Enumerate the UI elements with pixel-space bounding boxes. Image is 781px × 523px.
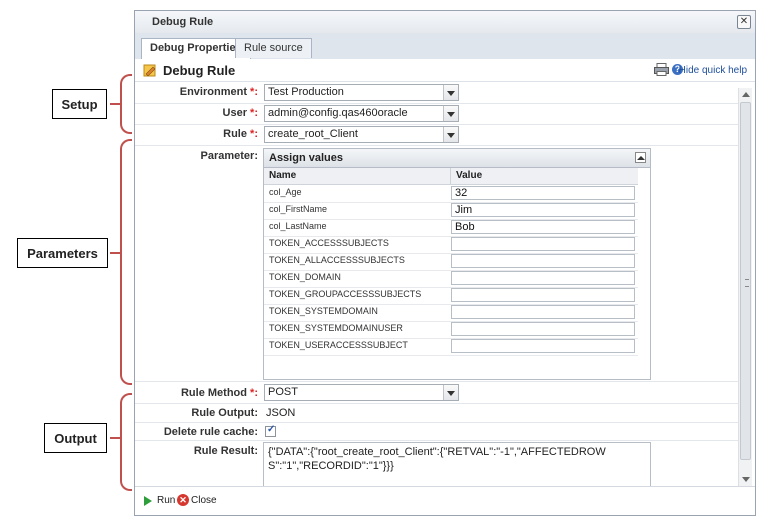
- table-row: col_LastName Bob: [264, 219, 638, 237]
- divider: [135, 403, 738, 404]
- assign-values-header: Assign values: [264, 149, 650, 168]
- param-name: TOKEN_ALLACCESSSUBJECTS: [269, 255, 405, 265]
- debug-rule-dialog: Debug Rule ✕ Debug Properties Rule sourc…: [134, 10, 756, 516]
- param-name: TOKEN_SYSTEMDOMAINUSER: [269, 323, 403, 333]
- table-row: TOKEN_ALLACCESSSUBJECTS: [264, 253, 638, 271]
- form-content: Environment *: Test Production User *: a…: [135, 82, 738, 502]
- table-row: TOKEN_SYSTEMDOMAINUSER: [264, 321, 638, 339]
- divider: [135, 422, 738, 423]
- param-value-input[interactable]: [451, 322, 635, 336]
- param-value-input[interactable]: [451, 339, 635, 353]
- parameters-callout: Parameters: [17, 238, 108, 268]
- scroll-down-icon[interactable]: [742, 477, 750, 482]
- close-button[interactable]: Close: [191, 495, 217, 506]
- delete-cache-checkbox[interactable]: [265, 424, 276, 437]
- param-name: TOKEN_SYSTEMDOMAIN: [269, 306, 378, 316]
- rule-value: create_root_Client: [268, 128, 358, 140]
- divider: [135, 381, 738, 382]
- param-value-input[interactable]: [451, 237, 635, 251]
- param-value-input[interactable]: [451, 254, 635, 268]
- divider: [135, 103, 738, 104]
- environment-value: Test Production: [268, 86, 344, 98]
- environment-label: Environment *:: [179, 86, 258, 98]
- tab-bar: Debug Properties Rule source: [135, 33, 755, 60]
- dialog-titlebar[interactable]: Debug Rule ✕: [135, 11, 755, 34]
- setup-brace-tip: [110, 103, 120, 105]
- vertical-scrollbar[interactable]: [738, 88, 752, 486]
- value-column-header: Value: [456, 170, 483, 181]
- chevron-down-icon[interactable]: [443, 127, 458, 142]
- param-value-input[interactable]: [451, 305, 635, 319]
- divider: [135, 124, 738, 125]
- param-value-input[interactable]: [451, 288, 635, 302]
- delete-cache-label: Delete rule cache:: [163, 426, 258, 438]
- environment-select[interactable]: Test Production: [264, 84, 459, 101]
- chevron-down-icon[interactable]: [443, 385, 458, 400]
- play-icon[interactable]: [144, 496, 152, 506]
- param-name: TOKEN_GROUPACCESSSUBJECTS: [269, 289, 422, 299]
- param-name: col_FirstName: [269, 204, 328, 214]
- param-name: TOKEN_ACCESSSUBJECTS: [269, 238, 389, 248]
- output-brace-tip: [110, 437, 120, 439]
- output-callout: Output: [44, 423, 107, 453]
- param-value-input[interactable]: 32: [451, 186, 635, 200]
- rule-icon: [143, 64, 156, 77]
- rule-select[interactable]: create_root_Client: [264, 126, 459, 143]
- scroll-thumb[interactable]: [740, 102, 751, 460]
- rule-method-select[interactable]: POST: [264, 384, 459, 401]
- table-row: TOKEN_DOMAIN: [264, 270, 638, 288]
- parameter-label: Parameter:: [200, 150, 258, 162]
- table-row: TOKEN_SYSTEMDOMAIN: [264, 304, 638, 322]
- name-column-header: Name: [269, 170, 297, 181]
- parameters-brace: [120, 139, 132, 385]
- rule-method-value: POST: [268, 386, 298, 398]
- form-title: Debug Rule: [163, 63, 236, 78]
- tab-rule-source[interactable]: Rule source: [235, 38, 312, 58]
- close-icon[interactable]: ✕: [737, 15, 751, 29]
- close-circle-icon[interactable]: ✕: [177, 494, 189, 506]
- divider: [135, 440, 738, 441]
- assign-values-panel: Assign values Name Value col_Age 32 col_…: [263, 148, 651, 380]
- chevron-down-icon[interactable]: [443, 106, 458, 121]
- table-row: TOKEN_ACCESSSUBJECTS: [264, 236, 638, 254]
- setup-callout: Setup: [52, 89, 107, 119]
- user-value: admin@config.qas460oracle: [268, 107, 408, 119]
- param-name: TOKEN_USERACCESSSUBJECT: [269, 340, 408, 350]
- rule-output-label: Rule Output:: [191, 407, 258, 419]
- table-row: col_FirstName Jim: [264, 202, 638, 220]
- table-row: TOKEN_USERACCESSSUBJECT: [264, 338, 638, 356]
- table-row: col_Age 32: [264, 185, 638, 203]
- parameters-brace-tip: [110, 252, 120, 254]
- column-divider: [450, 168, 451, 184]
- hide-quick-help-link[interactable]: Hide quick help: [679, 65, 747, 76]
- rule-method-label: Rule Method *:: [180, 387, 258, 399]
- param-name: col_LastName: [269, 221, 327, 231]
- chevron-down-icon[interactable]: [443, 85, 458, 100]
- scroll-up-icon[interactable]: [742, 92, 750, 97]
- assign-values-title: Assign values: [269, 152, 343, 164]
- user-select[interactable]: admin@config.qas460oracle: [264, 105, 459, 122]
- param-value-input[interactable]: Bob: [451, 220, 635, 234]
- user-label: User *:: [222, 107, 258, 119]
- param-value-input[interactable]: [451, 271, 635, 285]
- divider: [135, 145, 738, 146]
- parameter-table-header: Name Value: [264, 168, 638, 185]
- param-name: col_Age: [269, 187, 302, 197]
- rule-result-label: Rule Result:: [193, 445, 258, 457]
- setup-brace: [120, 74, 132, 134]
- rule-output-value: JSON: [266, 407, 296, 419]
- collapse-icon[interactable]: [635, 152, 646, 163]
- param-value-input[interactable]: Jim: [451, 203, 635, 217]
- dialog-footer: Run ✕ Close: [135, 486, 755, 515]
- param-name: TOKEN_DOMAIN: [269, 272, 341, 282]
- print-icon[interactable]: [654, 63, 669, 76]
- rule-label: Rule *:: [223, 128, 258, 140]
- dialog-title: Debug Rule: [152, 16, 214, 28]
- form-header: Debug Rule ? Hide quick help: [135, 59, 755, 82]
- output-brace: [120, 393, 132, 491]
- run-button[interactable]: Run: [157, 495, 175, 506]
- table-row: TOKEN_GROUPACCESSSUBJECTS: [264, 287, 638, 305]
